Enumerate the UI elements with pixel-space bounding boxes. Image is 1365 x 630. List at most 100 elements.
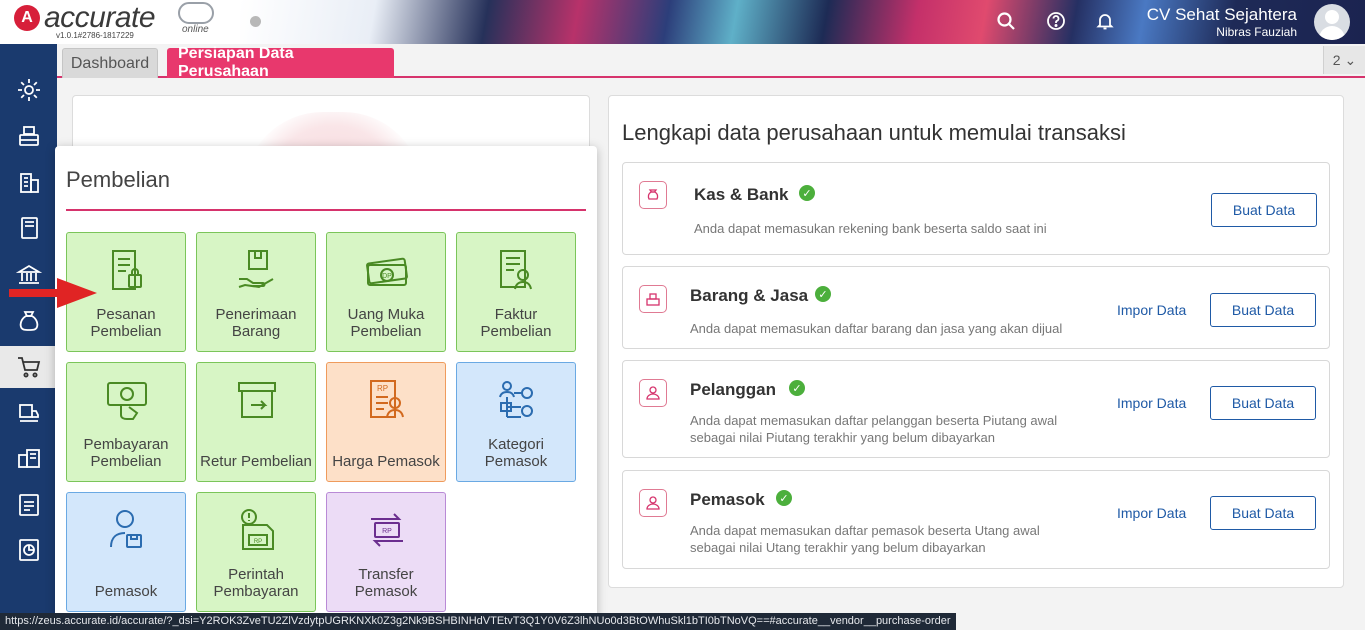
tab-bar: Dashboard Persiapan Data Perusahaan 2 ⌄: [57, 44, 1365, 80]
accurate-logo[interactable]: A accurate: [14, 1, 156, 34]
tile-pembayaran-pembelian[interactable]: Pembayaran Pembelian: [66, 362, 186, 482]
version-text: v1.0.1#2786-1817229: [56, 31, 134, 40]
avatar[interactable]: [1314, 4, 1350, 40]
row-title: Kas & Bank: [694, 185, 789, 204]
bell-icon[interactable]: [1094, 10, 1116, 32]
logo-mark: A: [14, 5, 40, 31]
settings-icon[interactable]: [0, 69, 57, 111]
popup-divider: [66, 209, 586, 211]
check-icon: ✓: [776, 490, 792, 506]
svg-text:RP: RP: [254, 539, 262, 545]
inventory-icon[interactable]: [0, 437, 57, 479]
tile-harga-pemasok[interactable]: RP Harga Pemasok: [326, 362, 446, 482]
user-name: Nibras Fauziah: [1216, 25, 1297, 39]
tile-label: Pesanan Pembelian: [90, 306, 162, 340]
svg-text:DP: DP: [382, 273, 392, 280]
delivery-icon[interactable]: [0, 392, 57, 434]
svg-text:RP: RP: [377, 384, 388, 393]
vendor-category-icon: [499, 381, 533, 418]
cashier-icon[interactable]: [0, 115, 57, 157]
check-icon: ✓: [799, 185, 815, 201]
tile-transfer-pemasok[interactable]: RP Transfer Pemasok: [326, 492, 446, 612]
status-bar-url: https://zeus.accurate.id/accurate/?_dsi=…: [0, 613, 956, 630]
book-icon[interactable]: [0, 207, 57, 249]
tab-count-dropdown[interactable]: 2 ⌄: [1323, 46, 1365, 74]
impor-data-link[interactable]: Impor Data: [1117, 302, 1186, 318]
purchase-order-icon: [112, 250, 142, 290]
purchase-payment-icon: [107, 382, 147, 420]
company-info[interactable]: CV Sehat Sejahtera Nibras Fauziah: [1147, 5, 1297, 39]
svg-text:RP: RP: [382, 528, 392, 535]
tile-label: Perintah Pembayaran: [213, 566, 299, 600]
buat-data-button[interactable]: Buat Data: [1210, 496, 1316, 530]
tile-pemasok[interactable]: Pemasok: [66, 492, 186, 612]
tile-label: Kategori Pemasok: [484, 436, 548, 470]
setup-row-kas-bank: Kas & Bank ✓ Anda dapat memasukan rekeni…: [622, 162, 1330, 255]
setup-row-pemasok: Pemasok ✓ Anda dapat memasukan daftar pe…: [622, 470, 1330, 569]
row-description: Anda dapat memasukan daftar pemasok bese…: [690, 523, 1040, 538]
tile-label: Pembayaran Pembelian: [83, 436, 169, 470]
buat-data-button[interactable]: Buat Data: [1210, 386, 1316, 420]
company-name: CV Sehat Sejahtera: [1146, 5, 1297, 24]
tile-label: Uang Muka Pembelian: [347, 306, 425, 340]
avatar-body-shape: [1319, 26, 1345, 40]
tile-perintah-pembayaran[interactable]: RP Perintah Pembayaran: [196, 492, 316, 612]
tile-label: Pemasok: [94, 583, 158, 600]
tile-retur-pembelian[interactable]: Retur Pembelian: [196, 362, 316, 482]
tile-label: Retur Pembelian: [200, 453, 312, 470]
status-dot: [250, 16, 261, 27]
tile-label: Penerimaan Barang: [215, 306, 297, 340]
customer-icon: [639, 379, 667, 407]
tab-dashboard[interactable]: Dashboard: [62, 48, 158, 78]
search-icon[interactable]: [995, 10, 1017, 32]
vendor-icon: [639, 489, 667, 517]
setup-row-barang-jasa: Barang & Jasa ✓ Anda dapat memasukan daf…: [622, 266, 1330, 349]
red-arrow-icon: [9, 278, 97, 308]
goods-receipt-icon: [238, 250, 274, 289]
impor-data-link[interactable]: Impor Data: [1117, 505, 1186, 521]
buat-data-button[interactable]: Buat Data: [1210, 293, 1316, 327]
setup-title: Lengkapi data perusahaan untuk memulai t…: [622, 120, 1126, 145]
cash-bank-icon: [639, 181, 667, 209]
help-icon[interactable]: [1045, 10, 1067, 32]
down-payment-icon: DP: [366, 257, 408, 286]
row-title: Barang & Jasa: [690, 286, 809, 305]
check-icon: ✓: [789, 380, 805, 396]
tile-faktur-pembelian[interactable]: Faktur Pembelian: [456, 232, 576, 352]
pembelian-menu-popup: Pembelian Pesanan Pembelian Penerimaan Bar…: [55, 146, 597, 630]
row-description: Anda dapat memasukan daftar pelanggan be…: [690, 413, 1058, 428]
tile-uang-muka-pembelian[interactable]: DP Uang Muka Pembelian: [326, 232, 446, 352]
vendor-price-icon: RP: [370, 380, 404, 418]
tab-persiapan-data[interactable]: Persiapan Data Perusahaan: [167, 45, 394, 80]
buat-data-button[interactable]: Buat Data: [1211, 193, 1317, 227]
cart-icon[interactable]: [0, 346, 57, 388]
impor-data-link[interactable]: Impor Data: [1117, 395, 1186, 411]
top-header: A accurate online v1.0.1#2786-1817229 CV…: [0, 0, 1365, 44]
logo-online-text: online: [182, 24, 209, 35]
vendor-transfer-icon: RP: [371, 513, 403, 547]
tile-label: Harga Pemasok: [332, 453, 440, 470]
tile-label: Transfer Pemasok: [354, 566, 418, 600]
tile-penerimaan-barang[interactable]: Penerimaan Barang: [196, 232, 316, 352]
vendor-icon: [110, 510, 142, 548]
tax-icon[interactable]: [0, 484, 57, 526]
avatar-head-shape: [1325, 10, 1339, 24]
sidebar: [0, 44, 57, 630]
company-icon[interactable]: [0, 162, 57, 204]
items-icon: [639, 285, 667, 313]
row-description: Anda dapat memasukan rekening bank beser…: [694, 221, 1047, 236]
check-icon: ✓: [815, 286, 831, 302]
row-description: Anda dapat memasukan daftar barang dan j…: [690, 321, 1063, 336]
popup-title: Pembelian: [66, 167, 170, 192]
cloud-icon: [178, 2, 214, 24]
report-icon[interactable]: [0, 529, 57, 571]
tile-kategori-pemasok[interactable]: Kategori Pemasok: [456, 362, 576, 482]
row-description-line2: sebagai nilai Piutang terakhir yang belu…: [690, 430, 995, 445]
setup-row-pelanggan: Pelanggan ✓ Anda dapat memasukan daftar …: [622, 360, 1330, 458]
payment-order-icon: RP: [241, 509, 274, 550]
logo-text: accurate: [44, 1, 156, 34]
row-description-line2: sebagai nilai Utang terakhir yang belum …: [690, 540, 986, 555]
row-title: Pelanggan: [690, 380, 776, 399]
purchase-return-icon: [238, 382, 276, 418]
purchase-invoice-icon: [500, 250, 532, 290]
